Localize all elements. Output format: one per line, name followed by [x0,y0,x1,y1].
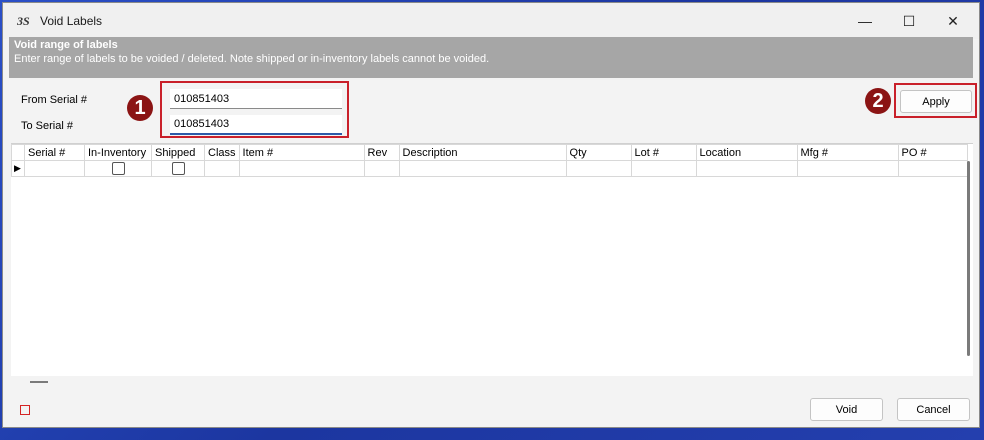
labels-table: Serial # In-Inventory Shipped Class Item… [11,144,968,177]
solidworks-ds-icon: 3S [17,14,30,28]
serial-range-highlight [160,81,349,138]
step-badge-1: 1 [127,95,153,121]
close-icon: ✕ [947,12,959,29]
maximize-button[interactable]: ☐ [887,3,931,39]
svg-text:3S: 3S [17,14,30,28]
cell-location[interactable] [695,160,798,177]
close-button[interactable]: ✕ [931,3,975,39]
status-indicator-icon [20,405,30,415]
cell-rev[interactable] [363,160,400,177]
title-bar: 3S Void Labels — ☐ ✕ [3,3,979,39]
cell-class[interactable] [204,160,240,177]
col-mfg[interactable]: Mfg # [796,144,899,161]
header-band: Void range of labels Enter range of labe… [9,37,973,78]
col-description[interactable]: Description [398,144,567,161]
cell-in-inventory[interactable] [84,160,152,177]
to-serial-label: To Serial # [21,120,73,132]
col-serial[interactable]: Serial # [24,144,85,161]
col-class[interactable]: Class [204,144,240,161]
cell-shipped[interactable] [151,160,205,177]
cell-po[interactable] [897,160,968,177]
step-badge-2: 2 [865,88,891,114]
horizontal-scrollbar[interactable] [30,381,48,383]
header-subtitle: Enter range of labels to be voided / del… [14,53,490,65]
cell-qty[interactable] [565,160,632,177]
minimize-icon: — [858,13,872,29]
cell-description[interactable] [398,160,567,177]
shipped-checkbox[interactable] [171,162,185,175]
col-item[interactable]: Item # [238,144,365,161]
maximize-icon: ☐ [902,12,916,29]
header-title: Void range of labels [14,39,118,51]
window-title: Void Labels [40,14,103,28]
table-row[interactable]: ▶ [11,160,968,177]
cell-lot[interactable] [630,160,697,177]
col-po[interactable]: PO # [897,144,968,161]
cell-mfg[interactable] [796,160,899,177]
cell-item[interactable] [238,160,365,177]
col-qty[interactable]: Qty [565,144,632,161]
col-shipped[interactable]: Shipped [151,144,205,161]
minimize-button[interactable]: — [843,3,887,39]
col-in-inventory[interactable]: In-Inventory [84,144,152,161]
vertical-scrollbar[interactable] [967,161,970,356]
void-button[interactable]: Void [810,398,883,421]
apply-button[interactable]: Apply [900,90,972,113]
col-rev[interactable]: Rev [363,144,400,161]
void-labels-dialog: 3S Void Labels — ☐ ✕ Void range of label… [2,2,980,428]
table-header-row: Serial # In-Inventory Shipped Class Item… [11,144,968,161]
cancel-button[interactable]: Cancel [897,398,970,421]
from-serial-label: From Serial # [21,94,88,106]
row-header-corner [11,144,25,161]
labels-grid: Serial # In-Inventory Shipped Class Item… [11,143,973,376]
col-location[interactable]: Location [695,144,798,161]
cell-serial[interactable] [24,160,85,177]
in-inventory-checkbox[interactable] [111,162,125,175]
row-indicator-icon: ▶ [11,160,25,177]
col-lot[interactable]: Lot # [630,144,697,161]
